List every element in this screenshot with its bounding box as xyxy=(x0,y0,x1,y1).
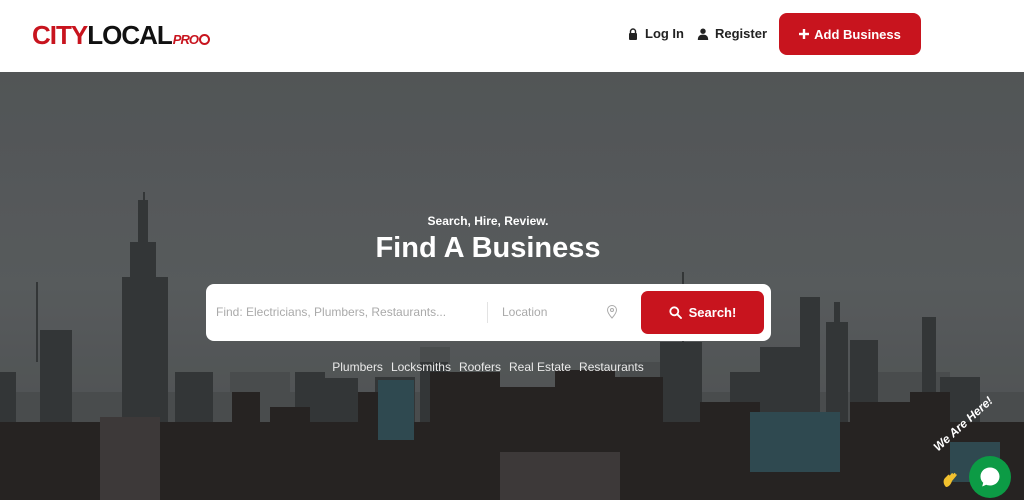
search-button[interactable]: Search! xyxy=(641,291,764,334)
plus-icon xyxy=(799,29,810,39)
login-link[interactable]: Log In xyxy=(627,26,684,41)
register-label: Register xyxy=(715,26,768,41)
add-business-button[interactable]: Add Business xyxy=(779,13,921,55)
hero-section: Search, Hire, Review. Find A Business Se… xyxy=(0,72,1024,500)
location-input[interactable] xyxy=(502,300,602,324)
chat-icon xyxy=(980,467,1000,487)
add-business-label: Add Business xyxy=(814,26,901,42)
logo-pro-text: PRO xyxy=(172,32,199,47)
find-input[interactable] xyxy=(216,300,482,324)
logo-city-text: CITY xyxy=(32,20,88,50)
quick-link-real-estate[interactable]: Real Estate xyxy=(509,360,571,374)
quick-link-locksmiths[interactable]: Locksmiths xyxy=(391,360,451,374)
site-logo[interactable]: CITY LOCAL PRO xyxy=(32,20,210,50)
logo-local-text: LOCAL xyxy=(87,20,173,50)
search-icon xyxy=(669,306,682,319)
search-divider xyxy=(487,302,488,323)
register-link[interactable]: Register xyxy=(697,26,767,41)
hero-tagline: Search, Hire, Review. xyxy=(427,214,549,228)
quick-link-plumbers[interactable]: Plumbers xyxy=(332,360,383,374)
chat-button[interactable] xyxy=(969,456,1011,498)
search-button-label: Search! xyxy=(688,305,737,320)
quick-link-restaurants[interactable]: Restaurants xyxy=(579,360,644,374)
waving-hand-icon xyxy=(943,472,957,487)
lock-icon xyxy=(629,27,637,40)
globe-icon xyxy=(198,34,210,45)
site-header: CITY LOCAL PRO Log In Register Add Busin… xyxy=(0,0,1024,72)
search-form: Search! xyxy=(206,284,771,341)
login-label: Log In xyxy=(645,26,684,41)
quick-link-roofers[interactable]: Roofers xyxy=(459,360,501,374)
hero-title: Find A Business xyxy=(375,232,601,264)
map-pin-icon xyxy=(606,305,618,319)
user-icon xyxy=(697,28,709,40)
popular-categories: Plumbers Locksmiths Roofers Real Estate … xyxy=(0,360,976,374)
